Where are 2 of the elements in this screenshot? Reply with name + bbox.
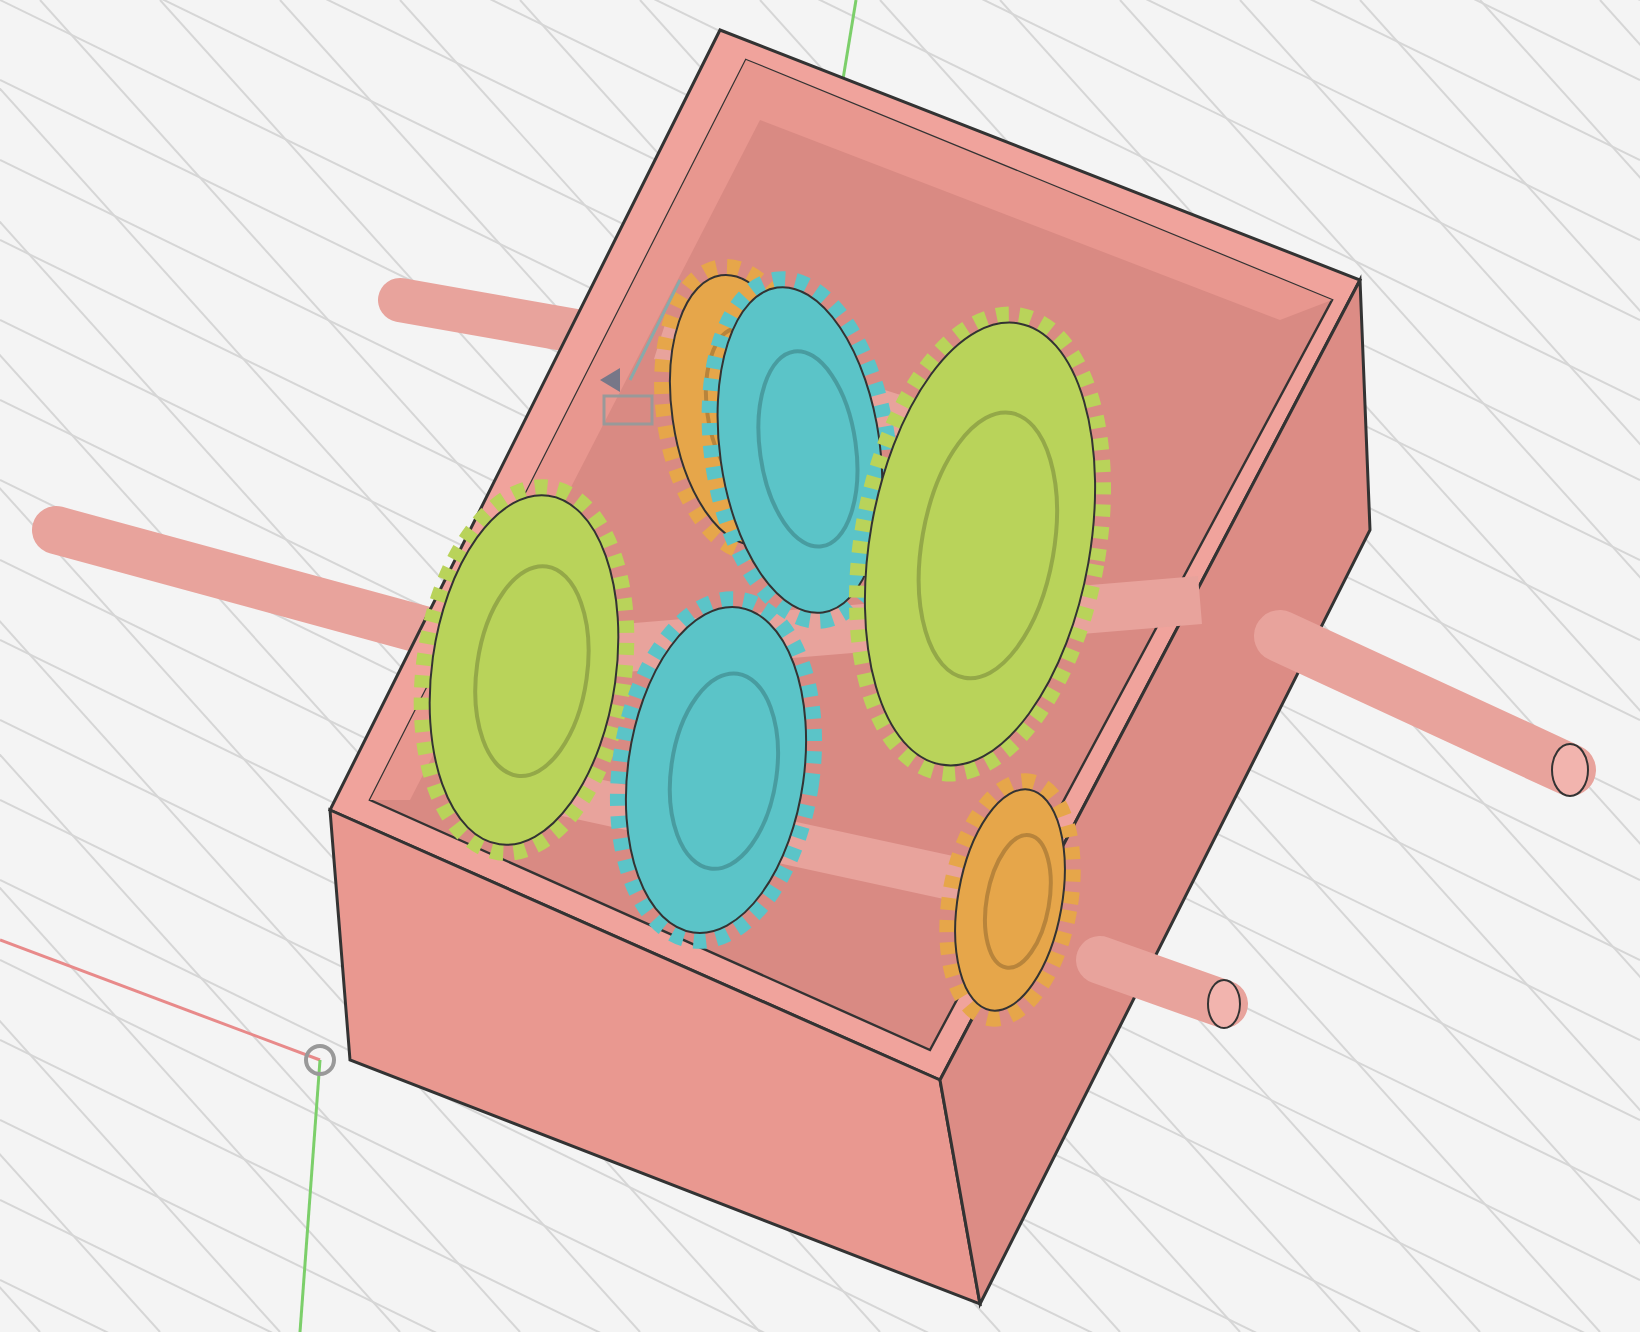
move-handle-icon[interactable] — [600, 279, 682, 426]
origin-icon — [304, 1044, 336, 1076]
